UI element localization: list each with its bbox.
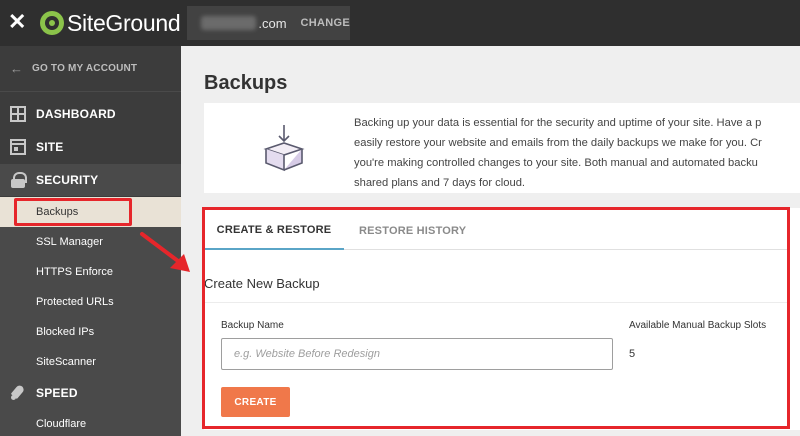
logo-mark-icon [40, 11, 64, 35]
window-icon [10, 139, 26, 155]
top-bar: ✕ SiteGround .com CHANGE [0, 0, 800, 46]
sidebar-divider [0, 91, 181, 92]
sidebar-item-dashboard[interactable]: DASHBOARD [0, 98, 181, 130]
siteground-logo[interactable]: SiteGround [40, 9, 181, 37]
close-icon[interactable]: ✕ [8, 11, 26, 33]
annotation-highlight-panel [202, 207, 790, 429]
sidebar-subitem-label: Protected URLs [36, 296, 114, 308]
info-card: Backing up your data is essential for th… [204, 103, 800, 193]
change-domain-button[interactable]: CHANGE [301, 17, 350, 29]
info-line: you're making controlled changes to your… [354, 157, 758, 169]
sidebar-subitem-label: SiteScanner [36, 356, 96, 368]
page-title: Backups [204, 72, 288, 94]
sidebar-subitem-sitescanner[interactable]: SiteScanner [0, 347, 181, 377]
arrow-left-icon: ← [10, 61, 23, 76]
logo-text: SiteGround [67, 9, 181, 36]
go-to-account-label: GO TO MY ACCOUNT [32, 63, 138, 74]
sidebar-subitem-protected-urls[interactable]: Protected URLs [0, 287, 181, 317]
domain-selector[interactable]: .com CHANGE [187, 6, 350, 40]
domain-suffix: .com [258, 15, 287, 31]
sidebar-item-speed[interactable]: SPEED [0, 377, 181, 409]
sidebar-item-label: SPEED [36, 386, 78, 400]
sidebar-item-label: SITE [36, 140, 64, 154]
box-download-icon [263, 125, 305, 172]
info-text: Backing up your data is essential for th… [354, 113, 800, 193]
sidebar-item-site[interactable]: SITE [0, 131, 181, 163]
sidebar-item-security[interactable]: SECURITY [0, 164, 181, 196]
sidebar-subitem-label: Blocked IPs [36, 326, 95, 338]
sidebar-subitem-cloudflare[interactable]: Cloudflare [0, 409, 181, 436]
lock-icon [10, 172, 27, 188]
info-line: Backing up your data is essential for th… [354, 117, 762, 129]
sidebar-item-label: SECURITY [36, 173, 99, 187]
sidebar-subitem-label: HTTPS Enforce [36, 266, 114, 278]
sidebar-subitem-label: SSL Manager [36, 236, 103, 248]
grid-icon [10, 106, 26, 122]
info-line: shared plans and 7 days for cloud. [354, 177, 526, 189]
rocket-icon [10, 385, 26, 401]
annotation-highlight-backups [14, 198, 132, 226]
sidebar-item-label: DASHBOARD [36, 107, 116, 121]
annotation-arrow-icon [140, 232, 190, 272]
go-to-account-link[interactable]: ← GO TO MY ACCOUNT [0, 46, 181, 91]
sidebar-subitem-blocked-ips[interactable]: Blocked IPs [0, 317, 181, 347]
sidebar-subitem-label: Cloudflare [36, 418, 87, 430]
info-line: easily restore your website and emails f… [354, 137, 762, 149]
domain-name-redacted [201, 16, 257, 30]
